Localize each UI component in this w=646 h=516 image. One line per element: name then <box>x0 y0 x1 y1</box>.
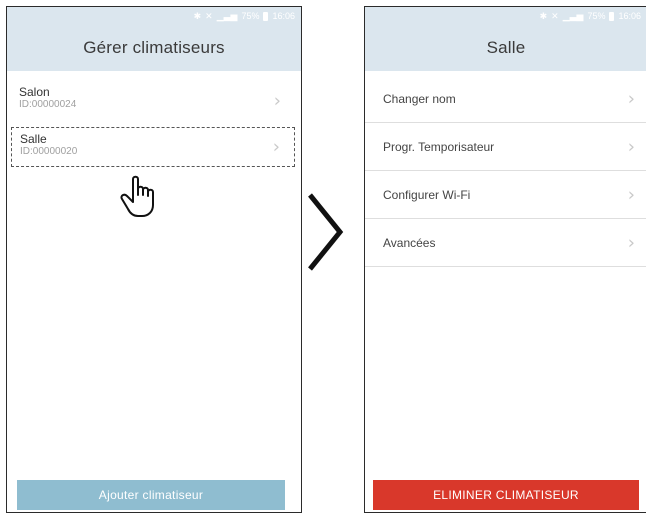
status-bar: ✱ ✕ ▁▃▅ 75% 16:06 <box>7 7 301 25</box>
chevron-right-icon: › <box>627 184 635 205</box>
device-name: Salon <box>19 85 50 99</box>
signal-icon: ▁▃▅ <box>216 10 238 21</box>
ac-settings-screen: ✱ ✕ ▁▃▅ 75% 16:06 Salle Changer nom › Pr… <box>364 6 646 513</box>
menu-item-advanced[interactable]: Avancées › <box>365 219 646 267</box>
bluetooth-icon: ✱ <box>193 10 202 21</box>
clock: 16:06 <box>618 11 641 21</box>
device-item-salle[interactable]: Salle ID:00000020 › <box>11 127 295 167</box>
chevron-right-icon: › <box>272 136 280 158</box>
menu-item-label: Changer nom <box>383 91 456 106</box>
menu-item-label: Progr. Temporisateur <box>383 139 495 154</box>
menu-item-timer[interactable]: Progr. Temporisateur › <box>365 123 646 171</box>
clock: 16:06 <box>272 11 295 21</box>
battery-icon <box>263 11 269 21</box>
hand-pointer-icon <box>120 175 154 217</box>
status-bar: ✱ ✕ ▁▃▅ 75% 16:06 <box>365 7 646 25</box>
device-id: ID:00000024 <box>19 99 77 110</box>
manage-acs-screen: ✱ ✕ ▁▃▅ 75% 16:06 Gérer climatiseurs Sal… <box>6 6 302 513</box>
add-ac-button[interactable]: Ajouter climatiseur <box>17 480 285 510</box>
mute-icon: ✕ <box>205 10 213 21</box>
menu-item-label: Configurer Wi-Fi <box>383 187 471 202</box>
device-name: Salle <box>20 132 47 146</box>
arrow-right-icon <box>308 193 344 271</box>
device-item-salon[interactable]: Salon ID:00000024 › <box>11 81 295 121</box>
chevron-right-icon: › <box>627 232 635 253</box>
menu-item-rename[interactable]: Changer nom › <box>365 75 646 123</box>
device-list: Salon ID:00000024 › Salle ID:00000020 › <box>7 81 301 167</box>
battery-icon <box>609 11 615 21</box>
menu-item-wifi[interactable]: Configurer Wi-Fi › <box>365 171 646 219</box>
page-title: Gérer climatiseurs <box>7 25 301 71</box>
chevron-right-icon: › <box>273 90 281 112</box>
battery-percent: 75% <box>241 11 260 21</box>
battery-percent: 75% <box>587 11 606 21</box>
page-title: Salle <box>365 25 646 71</box>
delete-ac-button[interactable]: ELIMINER CLIMATISEUR <box>373 480 639 510</box>
signal-icon: ▁▃▅ <box>562 10 584 21</box>
settings-menu: Changer nom › Progr. Temporisateur › Con… <box>365 75 646 267</box>
menu-item-label: Avancées <box>383 235 436 250</box>
chevron-right-icon: › <box>627 136 635 157</box>
chevron-right-icon: › <box>627 88 635 109</box>
device-id: ID:00000020 <box>20 146 78 157</box>
mute-icon: ✕ <box>551 10 559 21</box>
bluetooth-icon: ✱ <box>539 10 548 21</box>
